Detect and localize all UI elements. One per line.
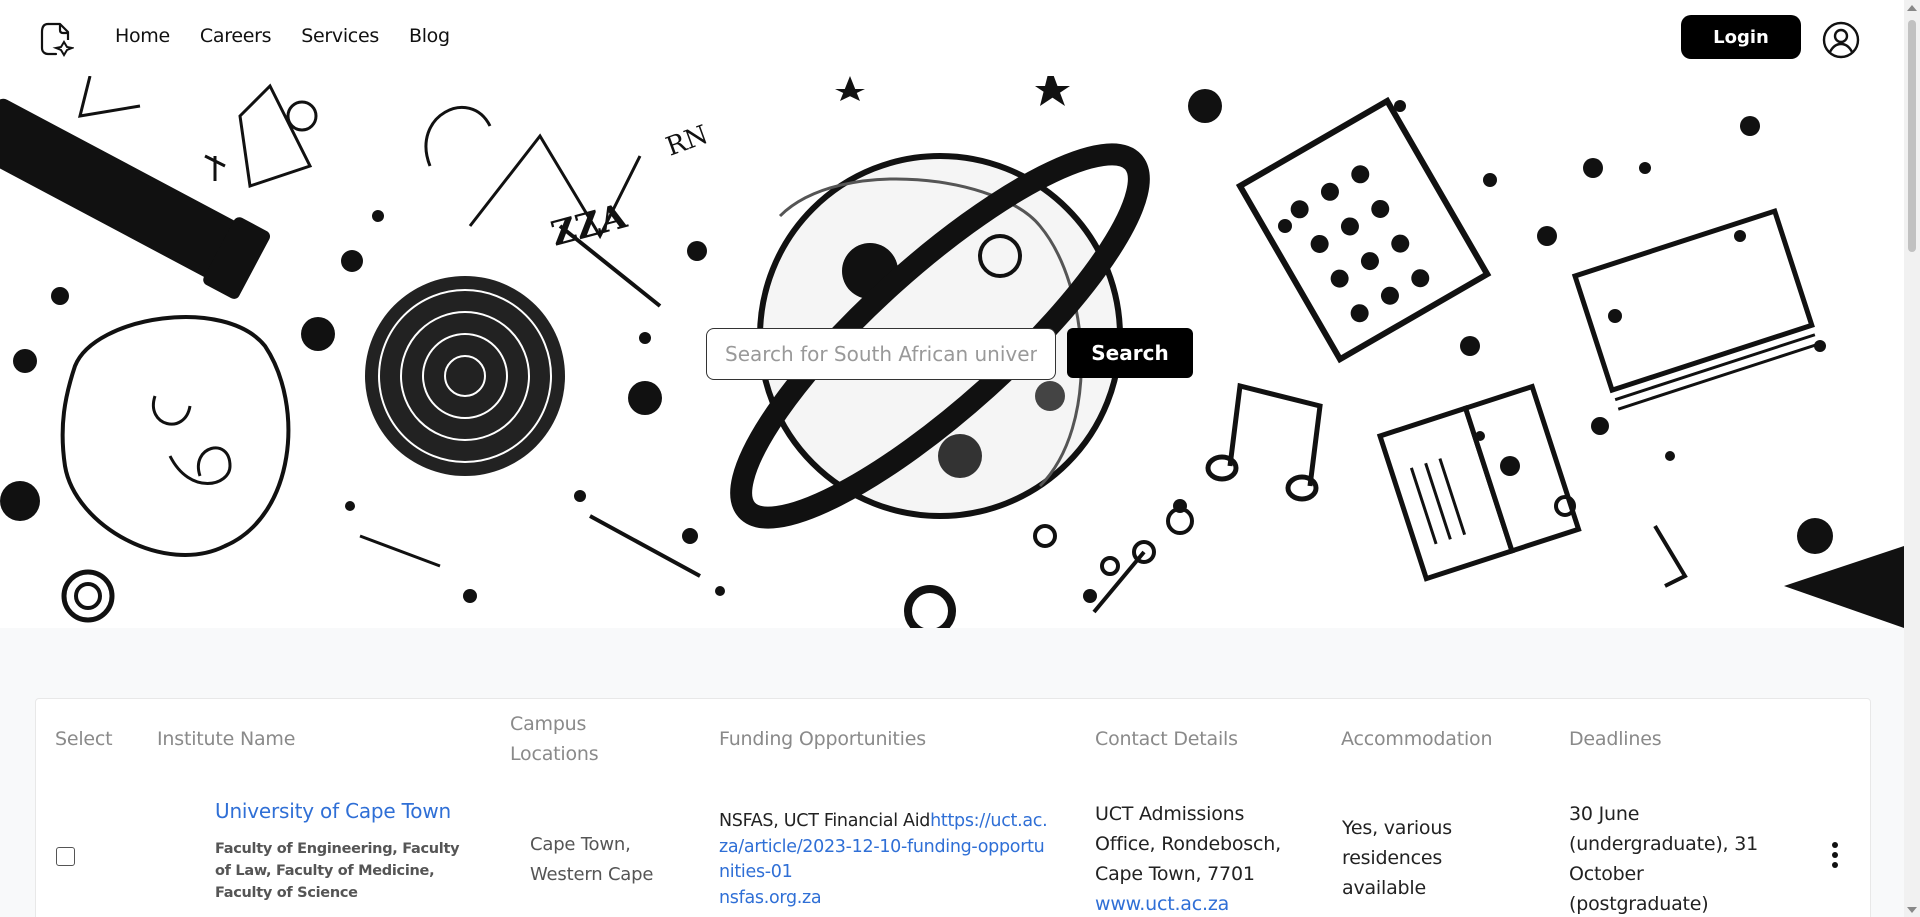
header-institute-name: Institute Name <box>157 728 296 750</box>
funding-opportunities-cell: NSFAS, UCT Financial Aidhttps://uct.ac.z… <box>719 809 1049 911</box>
nav-services-link[interactable]: Services <box>301 25 379 47</box>
institute-name-link[interactable]: University of Cape Town <box>215 799 451 823</box>
top-navbar: Home Careers Services Blog Login <box>0 0 1904 76</box>
header-campus-locations: Campus Locations <box>510 713 599 765</box>
contact-website-link[interactable]: www.uct.ac.za <box>1095 893 1229 915</box>
kebab-menu-icon[interactable] <box>1826 840 1844 870</box>
contact-address: UCT Admissions Office, Rondebosch, Cape … <box>1095 803 1281 885</box>
accommodation-cell: Yes, various residences available <box>1342 817 1452 899</box>
nav-home-link[interactable]: Home <box>115 25 170 47</box>
svg-text:RN: RN <box>662 120 712 163</box>
funding-text: NSFAS, UCT Financial Aid <box>719 811 931 831</box>
logo-icon[interactable] <box>38 18 74 58</box>
nav-careers-link[interactable]: Careers <box>200 25 272 47</box>
search-input[interactable] <box>706 328 1056 380</box>
main-nav: Home Careers Services Blog <box>115 25 450 47</box>
header-funding-opportunities: Funding Opportunities <box>719 728 926 750</box>
campus-location: Cape Town, Western Cape <box>530 834 654 885</box>
header-deadlines: Deadlines <box>1569 728 1662 750</box>
deadlines-cell: 30 June (undergraduate), 31 October (pos… <box>1569 803 1758 915</box>
nav-blog-link[interactable]: Blog <box>409 25 450 47</box>
search-button[interactable]: Search <box>1067 328 1193 378</box>
row-select-checkbox[interactable] <box>56 847 75 866</box>
header-accommodation: Accommodation <box>1341 728 1493 750</box>
header-select: Select <box>55 728 113 750</box>
institute-faculties: Faculty of Engineering, Faculty of Law, … <box>215 841 460 901</box>
header-contact-details: Contact Details <box>1095 728 1238 750</box>
scroll-down-arrow-icon[interactable] <box>1906 905 1918 915</box>
contact-details-cell: UCT Admissions Office, Rondebosch, Cape … <box>1095 799 1305 917</box>
hero-banner: ZZA RN Search for South African universi… <box>0 76 1904 628</box>
scroll-up-arrow-icon[interactable] <box>1906 3 1918 13</box>
scrollbar-thumb[interactable] <box>1908 20 1916 252</box>
funding-link-nsfas[interactable]: nsfas.org.za <box>719 888 822 908</box>
search-bar: Search <box>706 328 1193 380</box>
login-button[interactable]: Login <box>1681 15 1801 59</box>
account-icon[interactable] <box>1822 21 1860 59</box>
svg-text:ZZA: ZZA <box>547 196 631 254</box>
